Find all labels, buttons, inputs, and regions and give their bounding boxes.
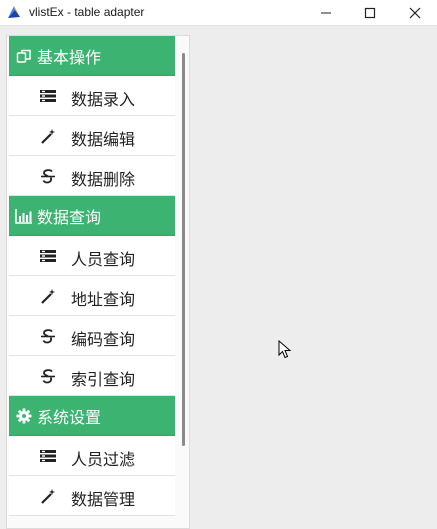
minimize-button[interactable] (304, 0, 348, 25)
list-icon (40, 248, 56, 264)
nav-item-data-delete[interactable]: 数据删除 (9, 156, 175, 196)
nav-item-data-management[interactable]: 数据管理 (9, 476, 175, 516)
nav-item-person-query[interactable]: 人员查询 (9, 236, 175, 276)
nav-panel: 基本操作 数据录入 数据编辑 数据删除 数据查询 人员查询 地址查询 编码查询 … (6, 35, 190, 529)
group-header-label: 系统设置 (37, 407, 102, 427)
magic-wand-icon (40, 488, 56, 504)
minimize-icon (321, 12, 331, 13)
group-header-label: 数据查询 (37, 207, 102, 227)
close-button[interactable] (393, 0, 437, 25)
maximize-button[interactable] (348, 0, 392, 25)
mouse-cursor-icon (278, 340, 292, 359)
maximize-icon (364, 7, 376, 18)
nav-item-label: 数据录入 (71, 90, 136, 109)
vertical-scrollbar[interactable] (182, 53, 185, 446)
strikethrough-icon (40, 368, 56, 384)
nav-item-label: 地址查询 (71, 290, 136, 309)
group-header-query[interactable]: 数据查询 (9, 196, 175, 236)
nav-item-data-entry[interactable]: 数据录入 (9, 76, 175, 116)
nav-item-label: 数据管理 (71, 490, 136, 509)
list-icon (40, 88, 56, 104)
magic-wand-icon (40, 128, 56, 144)
nav-item-address-query[interactable]: 地址查询 (9, 276, 175, 316)
nav-item-label: 人员查询 (71, 250, 136, 269)
app-logo-icon (8, 6, 20, 18)
nav-item-index-query[interactable]: 索引查询 (9, 356, 175, 396)
nav-item-person-filter[interactable]: 人员过滤 (9, 436, 175, 476)
nav-item-label: 索引查询 (71, 370, 136, 389)
gear-icon (15, 407, 33, 425)
group-header-settings[interactable]: 系统设置 (9, 396, 175, 436)
nav-item-data-edit[interactable]: 数据编辑 (9, 116, 175, 156)
nav-item-label: 数据编辑 (71, 130, 136, 149)
strikethrough-icon (40, 328, 56, 344)
strikethrough-icon (40, 168, 56, 184)
list-icon (40, 448, 56, 464)
nav-list: 基本操作 数据录入 数据编辑 数据删除 数据查询 人员查询 地址查询 编码查询 … (9, 36, 175, 516)
bar-chart-icon (15, 207, 33, 225)
nav-item-label: 数据删除 (71, 170, 136, 189)
title-bar: vlistEx - table adapter (0, 0, 437, 26)
group-header-label: 基本操作 (37, 47, 102, 67)
nav-item-label: 编码查询 (71, 330, 136, 349)
magic-wand-icon (40, 288, 56, 304)
group-header-basic[interactable]: 基本操作 (9, 36, 175, 76)
close-icon (409, 7, 421, 18)
copy-icon (15, 47, 33, 65)
window-title: vlistEx - table adapter (29, 5, 145, 19)
nav-item-label: 人员过滤 (71, 450, 136, 469)
nav-item-code-query[interactable]: 编码查询 (9, 316, 175, 356)
